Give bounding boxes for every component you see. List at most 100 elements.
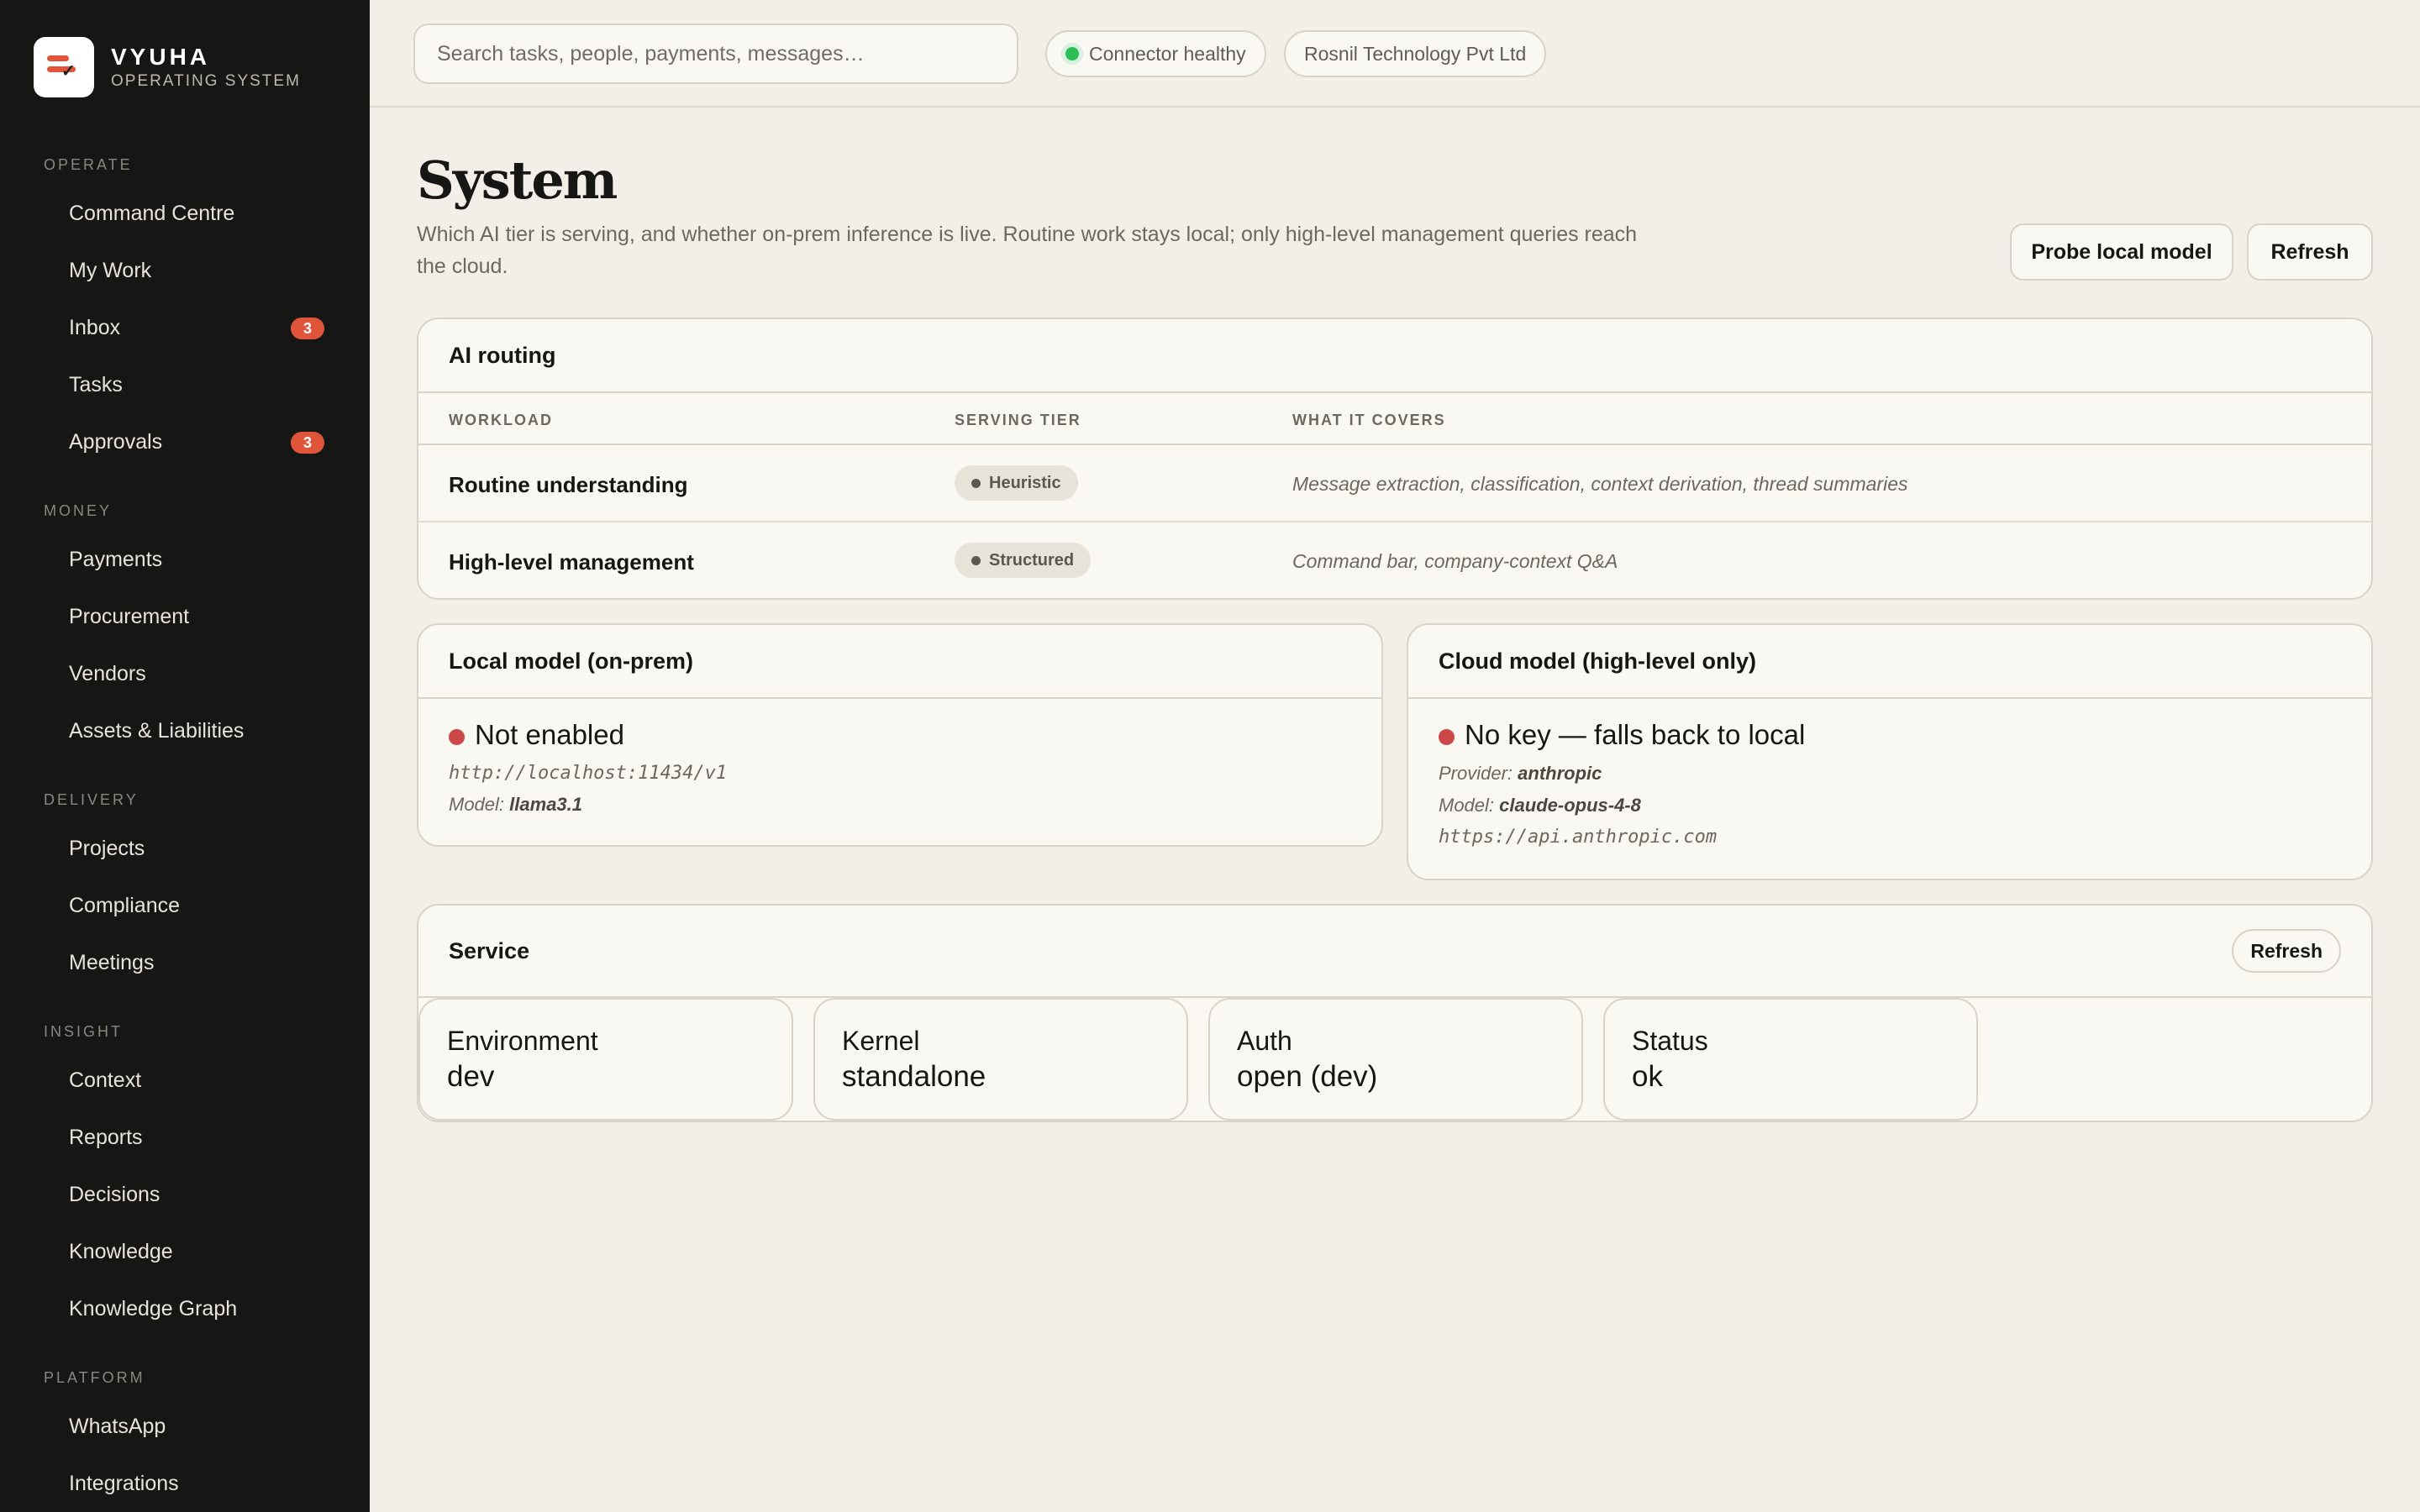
sidebar-item-label: Compliance <box>69 893 181 917</box>
sidebar-item-knowledge[interactable]: Knowledge <box>0 1226 370 1277</box>
workload-name: High-level management <box>449 549 694 575</box>
probe-local-model-button[interactable]: Probe local model <box>2010 223 2233 281</box>
tier-label: Structured <box>989 550 1075 570</box>
sidebar-item-my-work[interactable]: My Work <box>0 245 370 296</box>
service-item-label: Kernel <box>842 1026 920 1056</box>
status-dot-icon <box>1439 728 1455 745</box>
sidebar-item-label: Integrations <box>69 1471 179 1495</box>
column-header-serving-tier: SERVING TIER <box>955 412 1081 428</box>
sidebar-item-label: Decisions <box>69 1182 160 1206</box>
model-value: claude-opus-4-8 <box>1499 795 1641 816</box>
page-description: Which AI tier is serving, and whether on… <box>417 223 1638 278</box>
sidebar-item-decisions[interactable]: Decisions <box>0 1169 370 1220</box>
cloud-model-provider: Provider: anthropic <box>1439 763 2341 785</box>
service-item-value: dev <box>447 1060 495 1093</box>
nav-section-delivery: DELIVERY <box>44 791 139 808</box>
service-item-label: Status <box>1632 1026 1708 1056</box>
service-refresh-button[interactable]: Refresh <box>2232 929 2341 973</box>
topbar: Connector healthy Rosnil Technology Pvt … <box>370 0 2420 108</box>
covers-text: Command bar, company-context Q&A <box>1292 550 1618 572</box>
local-model-title: Local model (on-prem) <box>418 625 1381 699</box>
cloud-model-title: Cloud model (high-level only) <box>1408 625 2371 699</box>
status-dot-icon <box>1065 47 1079 60</box>
ai-routing-card: AI routing WORKLOAD SERVING TIER WHAT IT… <box>417 318 2373 600</box>
model-value: llama3.1 <box>509 794 583 815</box>
brand-name: VYUHA <box>111 44 211 70</box>
nav-section-platform: PLATFORM <box>44 1369 145 1386</box>
cloud-model-status-label: No key — falls back to local <box>1465 719 1806 750</box>
table-row: High-level management Structured Command… <box>418 522 2371 598</box>
sidebar-item-command-centre[interactable]: Command Centre <box>0 188 370 239</box>
sidebar-item-inbox[interactable]: Inbox 3 <box>0 302 370 353</box>
sidebar-item-label: Approvals <box>69 429 163 454</box>
dot-icon <box>971 478 981 488</box>
cloud-model-card: Cloud model (high-level only) No key — f… <box>1407 623 2373 880</box>
sidebar-item-reports[interactable]: Reports <box>0 1112 370 1163</box>
service-item-value: ok <box>1632 1060 1663 1093</box>
sidebar-item-knowledge-graph[interactable]: Knowledge Graph <box>0 1284 370 1334</box>
refresh-button[interactable]: Refresh <box>2247 223 2373 281</box>
sidebar-item-label: Meetings <box>69 950 155 974</box>
dot-icon <box>971 555 981 565</box>
model-label: Model: <box>449 794 505 815</box>
column-header-workload: WORKLOAD <box>449 412 553 428</box>
service-header: Service Refresh <box>418 906 2371 998</box>
column-header-what-it-covers: WHAT IT COVERS <box>1292 412 1446 428</box>
cloud-model-url: https://api.anthropic.com <box>1439 827 1718 848</box>
service-item-label: Auth <box>1237 1026 1292 1056</box>
connector-status-pill[interactable]: Connector healthy <box>1045 30 1266 77</box>
sidebar-item-integrations[interactable]: Integrations <box>0 1458 370 1509</box>
table-header: WORKLOAD SERVING TIER WHAT IT COVERS <box>418 393 2371 445</box>
provider-value: anthropic <box>1518 763 1602 784</box>
sidebar-item-label: Tasks <box>69 372 123 396</box>
service-item-label: Environment <box>447 1026 598 1056</box>
sidebar-item-vendors[interactable]: Vendors <box>0 648 370 699</box>
local-model-card: Local model (on-prem) Not enabled http:/… <box>417 623 1383 847</box>
ai-routing-title: AI routing <box>418 319 2371 393</box>
local-model-status: Not enabled <box>449 719 1351 751</box>
company-selector[interactable]: Rosnil Technology Pvt Ltd <box>1284 30 1547 77</box>
sidebar-item-procurement[interactable]: Procurement <box>0 591 370 642</box>
sidebar-item-label: My Work <box>69 258 152 282</box>
company-name: Rosnil Technology Pvt Ltd <box>1304 42 1527 65</box>
cloud-model-name: Model: claude-opus-4-8 <box>1439 795 2341 816</box>
sidebar-item-label: Reports <box>69 1125 143 1149</box>
search-input[interactable] <box>413 24 1018 84</box>
sidebar-item-compliance[interactable]: Compliance <box>0 880 370 931</box>
sidebar-item-label: Vendors <box>69 661 146 685</box>
sidebar-item-label: Context <box>69 1068 142 1092</box>
inbox-count-badge: 3 <box>291 318 324 339</box>
sidebar-item-meetings[interactable]: Meetings <box>0 937 370 988</box>
sidebar: ✓ VYUHA OPERATING SYSTEM OPERATE Command… <box>0 0 370 1512</box>
model-label: Model: <box>1439 795 1495 816</box>
sidebar-item-label: Payments <box>69 547 163 571</box>
sidebar-item-context[interactable]: Context <box>0 1055 370 1105</box>
service-item-value: standalone <box>842 1060 986 1093</box>
provider-label: Provider: <box>1439 763 1513 784</box>
sidebar-item-whatsapp[interactable]: WhatsApp <box>0 1401 370 1452</box>
sidebar-item-assets-liabilities[interactable]: Assets & Liabilities <box>0 706 370 756</box>
sidebar-item-payments[interactable]: Payments <box>0 534 370 585</box>
local-model-name: Model: llama3.1 <box>449 794 1351 816</box>
cloud-model-status: No key — falls back to local <box>1439 719 2341 751</box>
service-title: Service <box>449 937 530 963</box>
brand[interactable]: ✓ VYUHA OPERATING SYSTEM <box>34 37 301 97</box>
service-item-environment: Environment dev <box>418 998 793 1121</box>
sidebar-item-label: Knowledge Graph <box>69 1296 238 1320</box>
sidebar-item-tasks[interactable]: Tasks <box>0 360 370 410</box>
sidebar-item-projects[interactable]: Projects <box>0 823 370 874</box>
nav-section-operate: OPERATE <box>44 156 133 173</box>
nav-section-money: MONEY <box>44 502 113 519</box>
local-model-url: http://localhost:11434/v1 <box>449 763 728 784</box>
service-item-value: open (dev) <box>1237 1060 1378 1093</box>
connector-status-label: Connector healthy <box>1089 42 1246 65</box>
service-item-auth: Auth open (dev) <box>1208 998 1583 1121</box>
service-card: Service Refresh Environment dev Kernel s… <box>417 904 2373 1122</box>
sidebar-item-approvals[interactable]: Approvals 3 <box>0 417 370 467</box>
tier-badge: Heuristic <box>955 465 1078 501</box>
sidebar-item-label: Assets & Liabilities <box>69 718 245 743</box>
table-row: Routine understanding Heuristic Message … <box>418 445 2371 522</box>
service-item-kernel: Kernel standalone <box>813 998 1188 1121</box>
service-item-status: Status ok <box>1603 998 1978 1121</box>
sidebar-item-label: WhatsApp <box>69 1414 166 1438</box>
